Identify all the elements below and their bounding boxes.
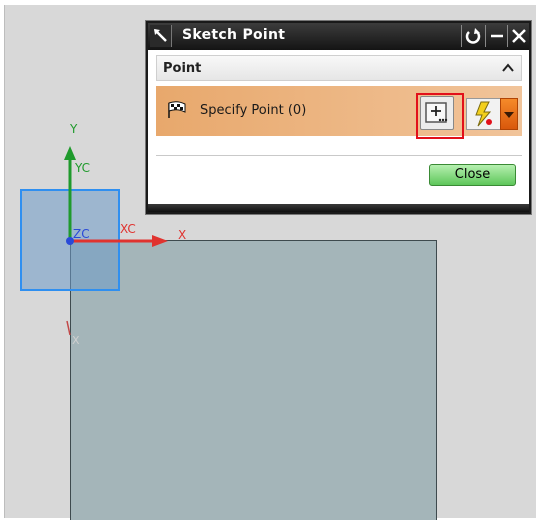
close-icon (512, 29, 526, 43)
y-axis-label: Y (70, 122, 78, 136)
point-group-title: Point (163, 61, 202, 76)
xc-axis-label: XC (120, 222, 136, 236)
dialog-titlebar[interactable]: Sketch Point (148, 23, 529, 50)
dropdown-arrow-icon (504, 112, 514, 118)
chevron-up-icon[interactable] (499, 59, 517, 77)
x-axis-label: X (178, 228, 187, 242)
specify-point-label: Specify Point (0) (200, 103, 307, 118)
close-button[interactable]: Close (429, 164, 516, 186)
yc-axis-arrowhead (64, 146, 76, 160)
sketch-point-dialog: Sketch Point Point Specify Point (0) Clo… (146, 21, 531, 214)
minimize-icon (491, 34, 503, 38)
xc-axis-arrowhead (152, 235, 168, 247)
zc-axis-label: ZC (73, 227, 90, 241)
highlight-frame (416, 93, 464, 139)
dialog-bottom-bar (148, 204, 529, 212)
point-type-dropdown[interactable] (500, 98, 518, 130)
reset-button[interactable] (461, 25, 483, 47)
minimize-button[interactable] (485, 25, 507, 47)
reset-icon (465, 28, 481, 44)
dialog-title: Sketch Point (182, 27, 286, 43)
sketch-pencil-icon (150, 25, 172, 47)
minor-tick-mark (66, 320, 71, 336)
dialog-separator (156, 155, 522, 156)
x-small-label: X (72, 334, 80, 347)
close-window-button[interactable] (507, 25, 529, 47)
yc-axis-label: YC (75, 161, 91, 175)
checkered-flag-icon (166, 101, 188, 123)
point-group-header[interactable]: Point (156, 55, 522, 81)
lightning-point-icon (475, 101, 492, 127)
